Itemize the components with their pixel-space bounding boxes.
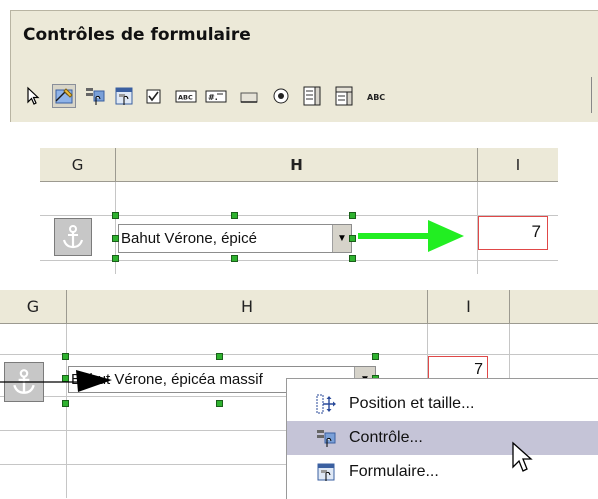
selection-handle[interactable] xyxy=(372,353,379,360)
selection-handle[interactable] xyxy=(112,212,119,219)
combo-box-value: Bahut Vérone, épicé xyxy=(121,230,257,247)
column-header-i[interactable]: I xyxy=(428,290,510,324)
selection-handle[interactable] xyxy=(349,212,356,219)
selection-handle[interactable] xyxy=(216,353,223,360)
control-icon xyxy=(317,430,336,447)
column-header-h[interactable]: H xyxy=(67,290,428,324)
menu-item-position-size[interactable]: Position et taille... xyxy=(287,387,598,421)
option-button-icon[interactable] xyxy=(269,84,293,108)
menu-item-control[interactable]: Contrôle... xyxy=(287,421,598,455)
spreadsheet-panel-top: G H I Bahut Vérone, épicé ▼ 7 xyxy=(40,148,558,274)
form-icon xyxy=(317,463,335,481)
linked-cell-i[interactable]: 7 xyxy=(478,216,548,250)
formatted-field-icon[interactable]: #. xyxy=(204,84,228,108)
menu-item-label: Position et taille... xyxy=(349,395,475,412)
column-header-i[interactable]: I xyxy=(478,148,558,182)
column-header-g[interactable]: G xyxy=(40,148,116,182)
selection-handle[interactable] xyxy=(216,400,223,407)
menu-item-label: Formulaire... xyxy=(349,463,439,480)
toolbar-title: Contrôles de formulaire xyxy=(23,25,251,45)
selection-handle[interactable] xyxy=(62,400,69,407)
form-properties-icon[interactable] xyxy=(112,84,136,108)
context-menu: Position et taille... Contrôle... Formul… xyxy=(286,378,598,499)
column-header-g[interactable]: G xyxy=(0,290,67,324)
column-header-h[interactable]: H xyxy=(116,148,478,182)
formatted-field-label: #. xyxy=(208,93,218,102)
selection-handle[interactable] xyxy=(62,353,69,360)
menu-item-form[interactable]: Formulaire... xyxy=(287,455,598,489)
toolbar-overflow-icon[interactable] xyxy=(591,77,598,113)
select-arrow-icon[interactable] xyxy=(21,84,45,108)
checkbox-icon[interactable] xyxy=(142,84,166,108)
mouse-cursor-icon xyxy=(512,441,533,472)
label-field-label: ABC xyxy=(367,93,385,102)
control-properties-icon[interactable] xyxy=(83,84,107,108)
text-field-icon[interactable]: ABC xyxy=(174,84,198,108)
label-field-icon[interactable]: ABC xyxy=(363,84,395,108)
menu-item-label: Contrôle... xyxy=(349,429,423,446)
design-mode-icon[interactable] xyxy=(52,84,76,108)
combo-box-icon[interactable] xyxy=(332,84,356,108)
form-controls-toolbar: Contrôles de formulaire ABC #. ABC xyxy=(10,10,598,122)
list-box-icon[interactable] xyxy=(300,84,324,108)
green-arrow-icon xyxy=(358,220,464,252)
anchor-icon[interactable] xyxy=(54,218,92,256)
combo-box-control[interactable]: Bahut Vérone, épicé ▼ xyxy=(118,224,352,253)
selection-handle[interactable] xyxy=(112,235,119,242)
selection-handle[interactable] xyxy=(349,235,356,242)
position-size-icon xyxy=(316,394,336,414)
grid-line xyxy=(66,324,67,498)
selection-handle[interactable] xyxy=(112,255,119,262)
black-arrow-icon xyxy=(0,370,112,392)
selection-handle[interactable] xyxy=(231,255,238,262)
column-header-j[interactable]: J xyxy=(510,290,598,324)
grid-line xyxy=(0,354,598,355)
selection-handle[interactable] xyxy=(231,212,238,219)
push-button-icon[interactable] xyxy=(237,84,261,108)
text-field-label: ABC xyxy=(178,94,193,102)
selection-handle[interactable] xyxy=(349,255,356,262)
